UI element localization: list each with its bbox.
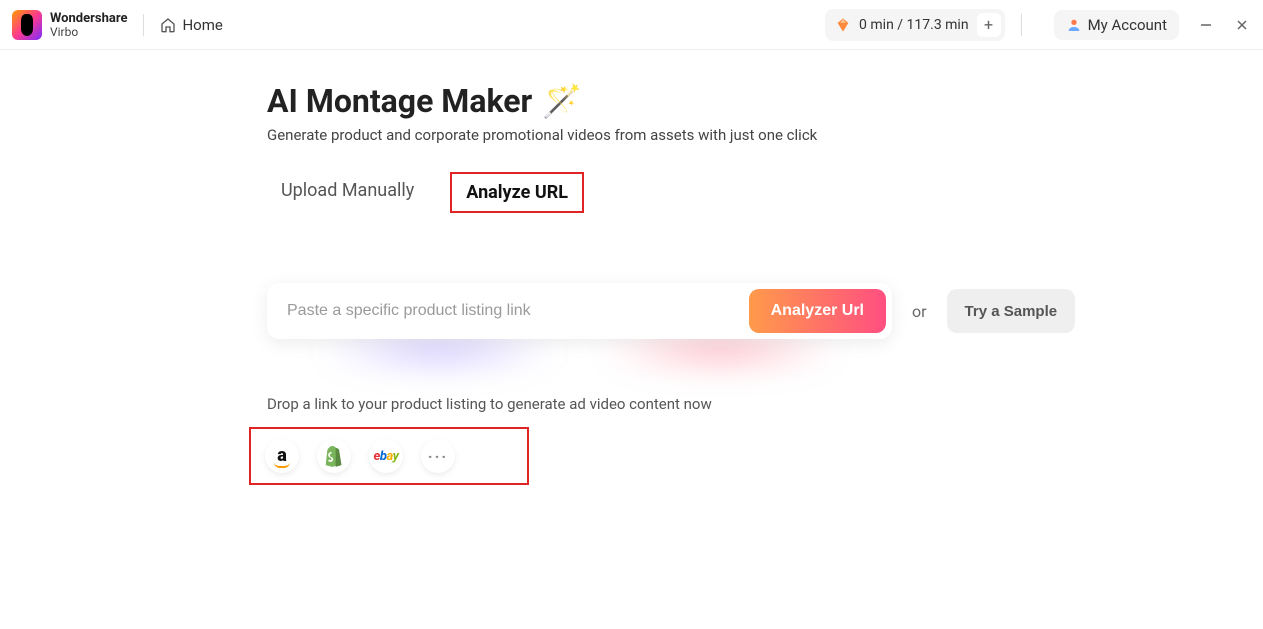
amazon-icon[interactable]: a: [265, 439, 299, 473]
or-text: or: [912, 302, 927, 321]
close-button[interactable]: [1233, 16, 1251, 34]
logo-text: Wondershare Virbo: [50, 12, 127, 38]
analyze-url-button[interactable]: Analyzer Url: [749, 289, 886, 333]
add-credit-button[interactable]: +: [977, 13, 1001, 37]
page-subtitle: Generate product and corporate promotion…: [267, 126, 1263, 144]
credit-text: 0 min / 117.3 min: [859, 17, 969, 33]
main-content: AI Montage Maker 🪄 Generate product and …: [0, 50, 1263, 485]
url-row: Analyzer Url or Try a Sample: [267, 283, 1263, 339]
home-icon: [160, 17, 176, 33]
url-input[interactable]: [287, 302, 749, 320]
account-button[interactable]: My Account: [1054, 10, 1179, 40]
minimize-button[interactable]: [1197, 16, 1215, 34]
tab-analyze-url[interactable]: Analyze URL: [450, 172, 584, 213]
gem-icon: [835, 17, 851, 33]
user-icon: [1066, 17, 1082, 33]
app-logo: Wondershare Virbo: [12, 10, 127, 40]
tab-upload-manually[interactable]: Upload Manually: [267, 172, 428, 213]
window-controls: [1197, 16, 1251, 34]
divider: [143, 14, 144, 36]
try-sample-button[interactable]: Try a Sample: [947, 289, 1076, 333]
app-header: Wondershare Virbo Home 0 min / 117.3 min…: [0, 0, 1263, 50]
page-title-text: AI Montage Maker: [267, 82, 532, 120]
more-brands-button[interactable]: ···: [421, 439, 455, 473]
tabs: Upload Manually Analyze URL: [267, 172, 1263, 213]
home-label: Home: [182, 16, 222, 34]
page-title: AI Montage Maker 🪄: [267, 82, 1263, 120]
brand-line2: Virbo: [50, 26, 127, 38]
divider: [1021, 14, 1022, 36]
ebay-icon[interactable]: ebay: [369, 439, 403, 473]
account-label: My Account: [1088, 16, 1167, 34]
helper-text: Drop a link to your product listing to g…: [267, 395, 1263, 413]
url-input-group: Analyzer Url: [267, 283, 892, 339]
shopify-icon[interactable]: [317, 439, 351, 473]
brand-line1: Wondershare: [50, 12, 127, 25]
wand-icon: 🪄: [542, 82, 582, 120]
credit-pill[interactable]: 0 min / 117.3 min +: [825, 9, 1005, 41]
logo-icon: [12, 10, 42, 40]
home-button[interactable]: Home: [160, 16, 222, 34]
supported-brands: a ebay ···: [249, 427, 529, 485]
